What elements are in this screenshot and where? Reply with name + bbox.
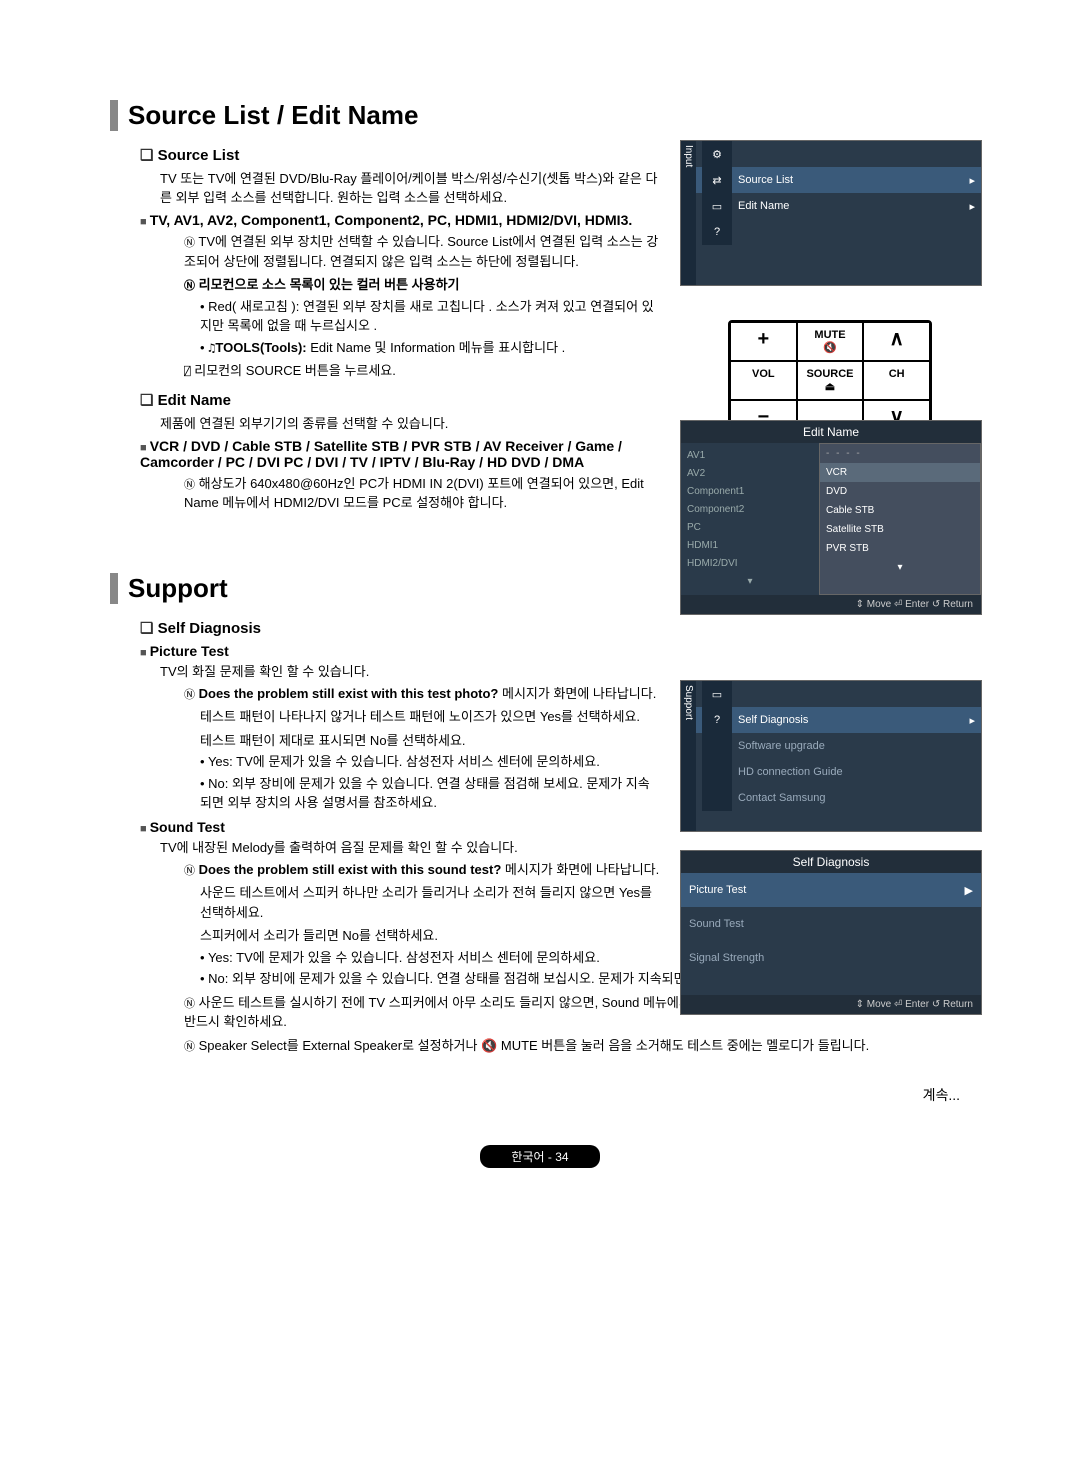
note-source-button-text: 리모컨의 SOURCE 버튼을 누르세요.	[194, 363, 396, 378]
osd-input-tab: Input	[681, 141, 696, 285]
osd-item-source-list[interactable]: Source List	[732, 174, 969, 186]
sound-test-q-bold: Does the problem still exist with this s…	[199, 862, 502, 877]
picture-test-l1: 테스트 패턴이 나타나지 않거나 테스트 패턴에 노이즈가 있으면 Yes를 선…	[200, 707, 660, 727]
note-red-refresh: Red( 새로고침 ): 연결된 외부 장치를 새로 고칩니다 . 소스가 켜져…	[200, 297, 660, 336]
osd-input-menu: Input ⚙ ⇄Source List▸ ▭Edit Name▸ ?	[680, 140, 982, 286]
osd-item-self-diagnosis[interactable]: Self Diagnosis	[732, 714, 969, 726]
osd-src-av1[interactable]: AV1	[687, 447, 813, 465]
vol-up-button[interactable]: +	[730, 322, 797, 361]
help-icon: ?	[702, 219, 732, 245]
osd-selfdiag-picture-test[interactable]: Picture Test	[689, 884, 746, 896]
osd-edit-footer: ⇕ Move ⏎ Enter ↺ Return	[681, 595, 981, 614]
osd-selfdiag-signal-strength[interactable]: Signal Strength	[689, 952, 764, 964]
source-label: SOURCE	[806, 368, 853, 380]
source-button[interactable]: SOURCE⏏	[797, 361, 864, 400]
picture-test-l2: 테스트 패턴이 제대로 표시되면 No를 선택하세요.	[200, 731, 660, 751]
note-color-buttons-h: Ⓝ 리모컨으로 소스 목록이 있는 컬러 버튼 사용하기	[184, 275, 660, 295]
chevron-right-icon: ▸	[969, 714, 975, 727]
osd-src-pc[interactable]: PC	[687, 519, 813, 537]
picture-test-desc: TV의 화질 문제를 확인 할 수 있습니다.	[160, 661, 660, 680]
sound-test-q-suffix: 메시지가 화면에 나타납니다.	[501, 862, 659, 877]
continued-label: 계속...	[100, 1085, 980, 1105]
source-list-desc: TV 또는 TV에 연결된 DVD/Blu-Ray 플레이어/케이블 박스/위성…	[160, 168, 660, 206]
osd-opt-pvr-stb[interactable]: PVR STB	[826, 543, 869, 554]
osd-opt-vcr[interactable]: VCR	[826, 467, 847, 478]
osd-item-edit-name[interactable]: Edit Name	[732, 200, 969, 212]
osd-edit-name: Edit Name AV1 AV2 Component1 Component2 …	[680, 420, 982, 615]
picture-test-no: No: 외부 장비에 문제가 있을 수 있습니다. 연결 상태를 점검해 보세요…	[200, 774, 660, 813]
mute-label: MUTE	[814, 329, 845, 341]
mute-button[interactable]: MUTE🔇	[797, 322, 864, 361]
edit-name-desc: 제품에 연결된 외부기기의 종류를 선택할 수 있습니다.	[160, 413, 660, 432]
picture-test-q-bold: Does the problem still exist with this t…	[199, 686, 499, 701]
osd-edit-name-title: Edit Name	[681, 421, 981, 443]
osd-selfdiag-footer: ⇕ Move ⏎ Enter ↺ Return	[681, 995, 981, 1014]
vol-label: VOL	[730, 361, 797, 400]
picture-test-q-suffix: 메시지가 화면에 나타납니다.	[498, 686, 656, 701]
sources-list: TV, AV1, AV2, Component1, Component2, PC…	[140, 212, 640, 228]
sound-test-l2: 스피커에서 소리가 들리면 No를 선택하세요.	[200, 926, 660, 946]
picture-test-h: Picture Test	[140, 643, 640, 659]
sound-test-q: Ⓝ Does the problem still exist with this…	[184, 860, 660, 880]
osd-selfdiag-sound-test[interactable]: Sound Test	[689, 918, 744, 930]
chevron-down-icon: ▾	[687, 573, 813, 591]
note-source-button: ⍁ 리모컨의 SOURCE 버튼을 누르세요.	[184, 361, 660, 381]
osd-item-contact-samsung[interactable]: Contact Samsung	[732, 792, 975, 804]
play-icon: ▶	[965, 884, 973, 897]
note-tools-prefix: TOOLS(Tools):	[215, 340, 310, 355]
picture-test-yes: Yes: TV에 문제가 있을 수 있습니다. 삼성전자 서비스 센터에 문의하…	[200, 752, 660, 772]
edit-name-note-text: 해상도가 640x480@60Hz인 PC가 HDMI IN 2(DVI) 포트…	[184, 476, 644, 511]
gear-icon: ⚙	[702, 141, 732, 167]
note-red-refresh-text: Red( 새로고침 ): 연결된 외부 장치를 새로 고칩니다 . 소스가 켜져…	[200, 299, 654, 334]
sound-test-l1: 사운드 테스트에서 스피커 하나만 소리가 들리거나 소리가 전혀 들리지 않으…	[200, 883, 660, 922]
osd-support-tab: Support	[681, 681, 696, 831]
help-icon: ?	[702, 707, 732, 733]
chevron-down-icon: ▾	[897, 562, 902, 573]
osd-item-software-upgrade[interactable]: Software upgrade	[732, 740, 975, 752]
self-diagnosis-heading: Self Diagnosis	[140, 619, 980, 637]
osd-item-hd-guide[interactable]: HD connection Guide	[732, 766, 975, 778]
osd-src-hdmi1[interactable]: HDMI1	[687, 537, 813, 555]
sound-test-h: Sound Test	[140, 819, 640, 835]
ch-up-button[interactable]: ∧	[863, 322, 930, 361]
sound-test-desc: TV에 내장된 Melody를 출력하여 음질 문제를 확인 할 수 있습니다.	[160, 837, 660, 856]
source-icon: ⇄	[702, 167, 732, 193]
osd-support-menu: Support ▭ ?Self Diagnosis▸ Software upgr…	[680, 680, 982, 832]
chevron-right-icon: ▸	[969, 174, 975, 187]
edit-name-note: Ⓝ 해상도가 640x480@60Hz인 PC가 HDMI IN 2(DVI) …	[184, 474, 660, 513]
note-connected-only: Ⓝ TV에 연결된 외부 장치만 선택할 수 있습니다. Source List…	[184, 232, 660, 271]
support-icon: ▭	[702, 681, 732, 707]
sound-test-note3: Ⓝ Speaker Select를 External Speaker로 설정하거…	[184, 1036, 980, 1056]
note-tools: ♫TOOLS(Tools): Edit Name 및 Information 메…	[200, 338, 660, 358]
note-connected-only-text: TV에 연결된 외부 장치만 선택할 수 있습니다. Source List에서…	[184, 234, 658, 269]
note-color-buttons-h-text: 리모컨으로 소스 목록이 있는 컬러 버튼 사용하기	[199, 277, 460, 292]
osd-opt-none[interactable]: - - - -	[826, 448, 862, 459]
osd-src-av2[interactable]: AV2	[687, 465, 813, 483]
sound-test-note3-text: Speaker Select를 External Speaker로 설정하거나 …	[199, 1038, 870, 1053]
ch-label: CH	[863, 361, 930, 400]
osd-opt-cable-stb[interactable]: Cable STB	[826, 505, 874, 516]
chevron-right-icon: ▸	[969, 200, 975, 213]
osd-opt-dvd[interactable]: DVD	[826, 486, 847, 497]
note-tools-text: Edit Name 및 Information 메뉴를 표시합니다 .	[310, 340, 565, 355]
osd-src-component1[interactable]: Component1	[687, 483, 813, 501]
edit-icon: ▭	[702, 193, 732, 219]
edit-name-devices: VCR / DVD / Cable STB / Satellite STB / …	[140, 438, 640, 470]
picture-test-q: Ⓝ Does the problem still exist with this…	[184, 684, 660, 704]
page-number: 한국어 - 34	[480, 1145, 600, 1168]
osd-src-component2[interactable]: Component2	[687, 501, 813, 519]
osd-src-hdmi2dvi[interactable]: HDMI2/DVI	[687, 555, 813, 573]
osd-self-diagnosis: Self Diagnosis Picture Test▶ Sound Test …	[680, 850, 982, 1015]
osd-opt-satellite-stb[interactable]: Satellite STB	[826, 524, 884, 535]
osd-edit-submenu: - - - - VCR DVD Cable STB Satellite STB …	[819, 443, 981, 595]
section-title-source: Source List / Edit Name	[110, 100, 980, 131]
osd-selfdiag-title: Self Diagnosis	[681, 851, 981, 873]
